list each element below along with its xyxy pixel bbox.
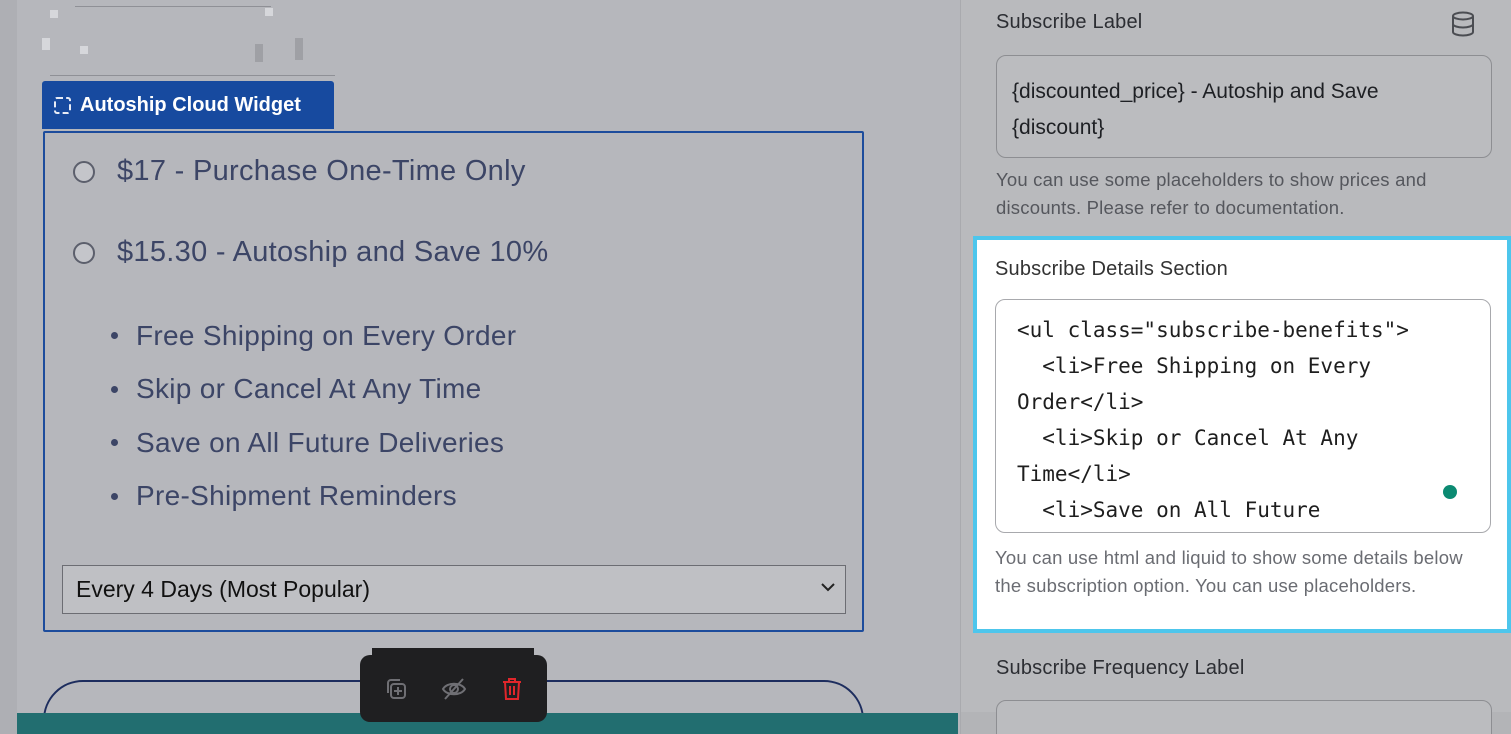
list-item: Skip or Cancel At Any Time xyxy=(111,363,516,417)
subscribe-label-heading: Subscribe Label xyxy=(996,11,1143,33)
toolbar-notch xyxy=(372,648,534,656)
delete-icon[interactable] xyxy=(498,675,526,703)
subscribe-frequency-label-heading: Subscribe Frequency Label xyxy=(996,657,1245,679)
list-item: Save on All Future Deliveries xyxy=(111,416,516,470)
code-content: <ul class="subscribe-benefits"> <li>Free… xyxy=(1017,318,1409,522)
subscribe-details-help: You can use html and liquid to show some… xyxy=(995,547,1463,596)
block-toolbar xyxy=(360,648,547,722)
purchase-option-one-time[interactable]: $17 - Purchase One-Time Only xyxy=(73,155,526,188)
subscribe-benefits-list: Free Shipping on Every Order Skip or Can… xyxy=(111,309,516,523)
widget-tag-label: Autoship Cloud Widget xyxy=(80,93,301,116)
purchase-option-autoship[interactable]: $15.30 - Autoship and Save 10% xyxy=(73,236,548,269)
subscribe-details-code-editor[interactable]: <ul class="subscribe-benefits"> <li>Free… xyxy=(995,299,1491,533)
divider xyxy=(50,75,335,76)
subscribe-details-section[interactable]: Subscribe Details Section <ul class="sub… xyxy=(973,236,1511,633)
selection-dashed-icon xyxy=(54,96,71,114)
hide-icon[interactable] xyxy=(440,675,468,703)
autoship-widget[interactable]: $17 - Purchase One-Time Only $15.30 - Au… xyxy=(43,131,864,632)
subscribe-label-field[interactable]: {discounted_price} - Autoship and Save {… xyxy=(996,55,1492,158)
canvas-gutter xyxy=(0,0,17,734)
list-item: Pre-Shipment Reminders xyxy=(111,470,516,524)
chevron-down-icon xyxy=(821,583,835,592)
list-item: Free Shipping on Every Order xyxy=(111,309,516,363)
blurred-product-image xyxy=(40,4,340,76)
frequency-select-value: Every 4 Days (Most Popular) xyxy=(76,576,370,602)
subscribe-details-heading: Subscribe Details Section xyxy=(995,258,1228,280)
option-label: $17 - Purchase One-Time Only xyxy=(117,155,526,187)
radio-button[interactable] xyxy=(73,160,95,183)
radio-button[interactable] xyxy=(73,241,95,264)
divider xyxy=(75,6,271,7)
subscribe-frequency-label-field[interactable] xyxy=(996,700,1492,734)
preview-canvas: Autoship Cloud Widget $17 - Purchase One… xyxy=(0,0,960,734)
option-label: $15.30 - Autoship and Save 10% xyxy=(117,236,549,268)
subscribe-label-help: You can use some placeholders to show pr… xyxy=(996,169,1427,218)
frequency-select[interactable]: Every 4 Days (Most Popular) xyxy=(62,565,846,614)
database-icon[interactable] xyxy=(1449,11,1477,37)
duplicate-icon[interactable] xyxy=(382,675,410,703)
widget-selection-tag[interactable]: Autoship Cloud Widget xyxy=(42,81,334,129)
status-dot xyxy=(1443,485,1457,499)
subscribe-label-value: {discounted_price} - Autoship and Save {… xyxy=(1012,80,1379,139)
